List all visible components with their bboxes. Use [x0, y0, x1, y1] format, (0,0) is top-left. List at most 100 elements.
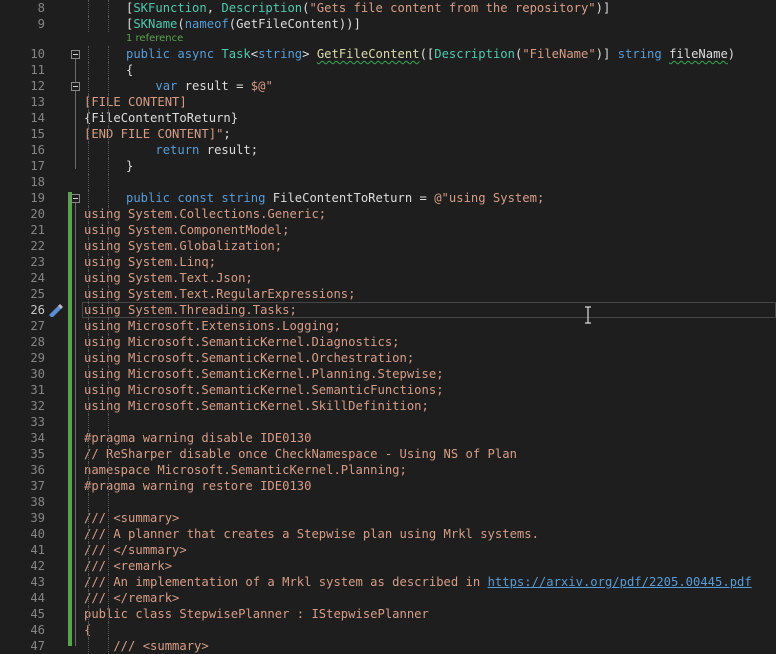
code-line[interactable]: 38: [0, 494, 776, 510]
code-line[interactable]: 16 return result;: [0, 142, 776, 158]
code-token: async: [177, 47, 222, 61]
code-text: /// An implementation of a Mrkl system a…: [84, 574, 776, 590]
code-line[interactable]: 33: [0, 414, 776, 430]
code-line[interactable]: 12 var result = $@": [0, 78, 776, 94]
code-line[interactable]: 43 /// An implementation of a Mrkl system…: [0, 574, 776, 590]
indent-guide: [108, 462, 109, 478]
code-token: // ReSharper disable once CheckNamespace…: [84, 447, 517, 461]
code-line[interactable]: 24 using System.Text.Json;: [0, 270, 776, 286]
code-line[interactable]: 13 [FILE CONTENT]: [0, 94, 776, 110]
code-token: ;: [223, 127, 231, 141]
code-editor[interactable]: 8 [SKFunction, Description("Gets file con…: [0, 0, 776, 654]
code-line[interactable]: 29 using Microsoft.SemanticKernel.Orchest…: [0, 350, 776, 366]
code-line[interactable]: 28 using Microsoft.SemanticKernel.Diagnos…: [0, 334, 776, 350]
code-lens-row[interactable]: 1 reference: [0, 32, 776, 46]
line-number: 11: [30, 63, 45, 77]
indent-guide: [108, 414, 109, 430]
line-number: 13: [30, 95, 45, 109]
indent-guide: [108, 558, 109, 574]
line-number: 10: [30, 47, 45, 61]
code-token: "FileName": [522, 47, 596, 61]
code-line[interactable]: 15 [END FILE CONTENT]";: [0, 126, 776, 142]
code-text: [END FILE CONTENT]";: [84, 126, 776, 142]
indent-guide: [88, 254, 89, 270]
code-line[interactable]: 21 using System.ComponentModel;: [0, 222, 776, 238]
code-line[interactable]: 34 #pragma warning disable IDE0130: [0, 430, 776, 446]
code-lens-label[interactable]: 1 reference: [126, 32, 776, 46]
code-line[interactable]: 25 using System.Text.RegularExpressions;: [0, 286, 776, 302]
code-text: namespace Microsoft.SemanticKernel.Plann…: [84, 462, 776, 478]
indent-guide: [108, 110, 109, 126]
code-line[interactable]: 17}: [0, 158, 776, 174]
code-token: }: [126, 159, 134, 173]
code-line[interactable]: 20 using System.Collections.Generic;: [0, 206, 776, 222]
indent-guide: [88, 574, 89, 590]
indent-guide: [88, 590, 89, 606]
pencil-lightbulb-icon[interactable]: [46, 303, 64, 317]
indent-guide: [88, 430, 89, 446]
indent-guide: [108, 254, 109, 270]
code-line[interactable]: 45 public class StepwisePlanner : IStepwi…: [0, 606, 776, 622]
code-token: /// A planner that creates a Stepwise pl…: [84, 527, 539, 541]
code-line[interactable]: 35 // ReSharper disable once CheckNamespa…: [0, 446, 776, 462]
line-number: 33: [30, 415, 45, 429]
code-line[interactable]: 40 /// A planner that creates a Stepwise …: [0, 526, 776, 542]
code-line[interactable]: 11 {: [0, 62, 776, 78]
code-line[interactable]: 14 {FileContentToReturn}: [0, 110, 776, 126]
code-token: GetFileContent: [316, 47, 420, 61]
code-token: result =: [184, 79, 251, 93]
indent-guide: [108, 526, 109, 542]
code-line[interactable]: 44 /// </remark>: [0, 590, 776, 606]
code-token: string: [221, 191, 273, 205]
code-line[interactable]: 31 using Microsoft.SemanticKernel.Semanti…: [0, 382, 776, 398]
indent-guide: [88, 462, 89, 478]
indent-guide: [88, 622, 89, 638]
indent-guide: [108, 206, 109, 222]
code-line[interactable]: 23 using System.Linq;: [0, 254, 776, 270]
code-text: using Microsoft.SemanticKernel.SemanticF…: [84, 382, 776, 398]
code-line[interactable]: 9 [SKName(nameof(GetFileContent))]: [0, 16, 776, 32]
code-text: [FILE CONTENT]: [84, 94, 776, 110]
line-number: 34: [30, 431, 45, 445]
code-line[interactable]: 32 using Microsoft.SemanticKernel.SkillDe…: [0, 398, 776, 414]
code-line[interactable]: 41 /// </summary>: [0, 542, 776, 558]
code-line[interactable]: 47 /// <summary>: [0, 638, 776, 654]
code-text: using Microsoft.SemanticKernel.Diagnosti…: [84, 334, 776, 350]
code-token: /// <summary>: [84, 639, 209, 653]
code-token: 1 reference: [126, 33, 184, 44]
indent-guide: [108, 190, 109, 206]
indent-guide: [88, 16, 89, 32]
indent-guide: [88, 78, 89, 94]
code-line[interactable]: 39 /// <summary>: [0, 510, 776, 526]
code-text: using Microsoft.SemanticKernel.Orchestra…: [84, 350, 776, 366]
collapse-icon[interactable]: [71, 194, 80, 203]
code-token: ))]: [338, 17, 361, 31]
line-number: 37: [30, 479, 45, 493]
code-text: public const string FileContentToReturn …: [126, 190, 776, 206]
collapse-icon[interactable]: [71, 50, 80, 59]
code-line[interactable]: 19 public const string FileContentToRetur…: [0, 190, 776, 206]
line-number: 27: [30, 319, 45, 333]
hyperlink[interactable]: https://arxiv.org/pdf/2205.00445.pdf: [488, 575, 752, 589]
code-line[interactable]: 18: [0, 174, 776, 190]
code-token: result;: [206, 143, 259, 157]
code-line[interactable]: 8 [SKFunction, Description("Gets file con…: [0, 0, 776, 16]
code-line[interactable]: 26 using System.Threading.Tasks;: [0, 302, 776, 318]
collapse-icon[interactable]: [71, 82, 80, 91]
code-line[interactable]: 10 public async Task<string> GetFileConte…: [0, 46, 776, 62]
code-line[interactable]: 22 using System.Globalization;: [0, 238, 776, 254]
code-token: <: [250, 47, 259, 61]
indent-guide: [88, 526, 89, 542]
code-line[interactable]: 42 /// <remark>: [0, 558, 776, 574]
code-line[interactable]: 27 using Microsoft.Extensions.Logging;: [0, 318, 776, 334]
code-token: )]: [595, 1, 611, 15]
code-line[interactable]: 30 using Microsoft.SemanticKernel.Plannin…: [0, 366, 776, 382]
line-number: 45: [30, 607, 45, 621]
code-line[interactable]: 36 namespace Microsoft.SemanticKernel.Pla…: [0, 462, 776, 478]
code-line[interactable]: 37 #pragma warning restore IDE0130: [0, 478, 776, 494]
line-number: 12: [30, 79, 45, 93]
code-line[interactable]: 46 {: [0, 622, 776, 638]
indent-guide: [108, 62, 109, 78]
line-number: 29: [30, 351, 45, 365]
